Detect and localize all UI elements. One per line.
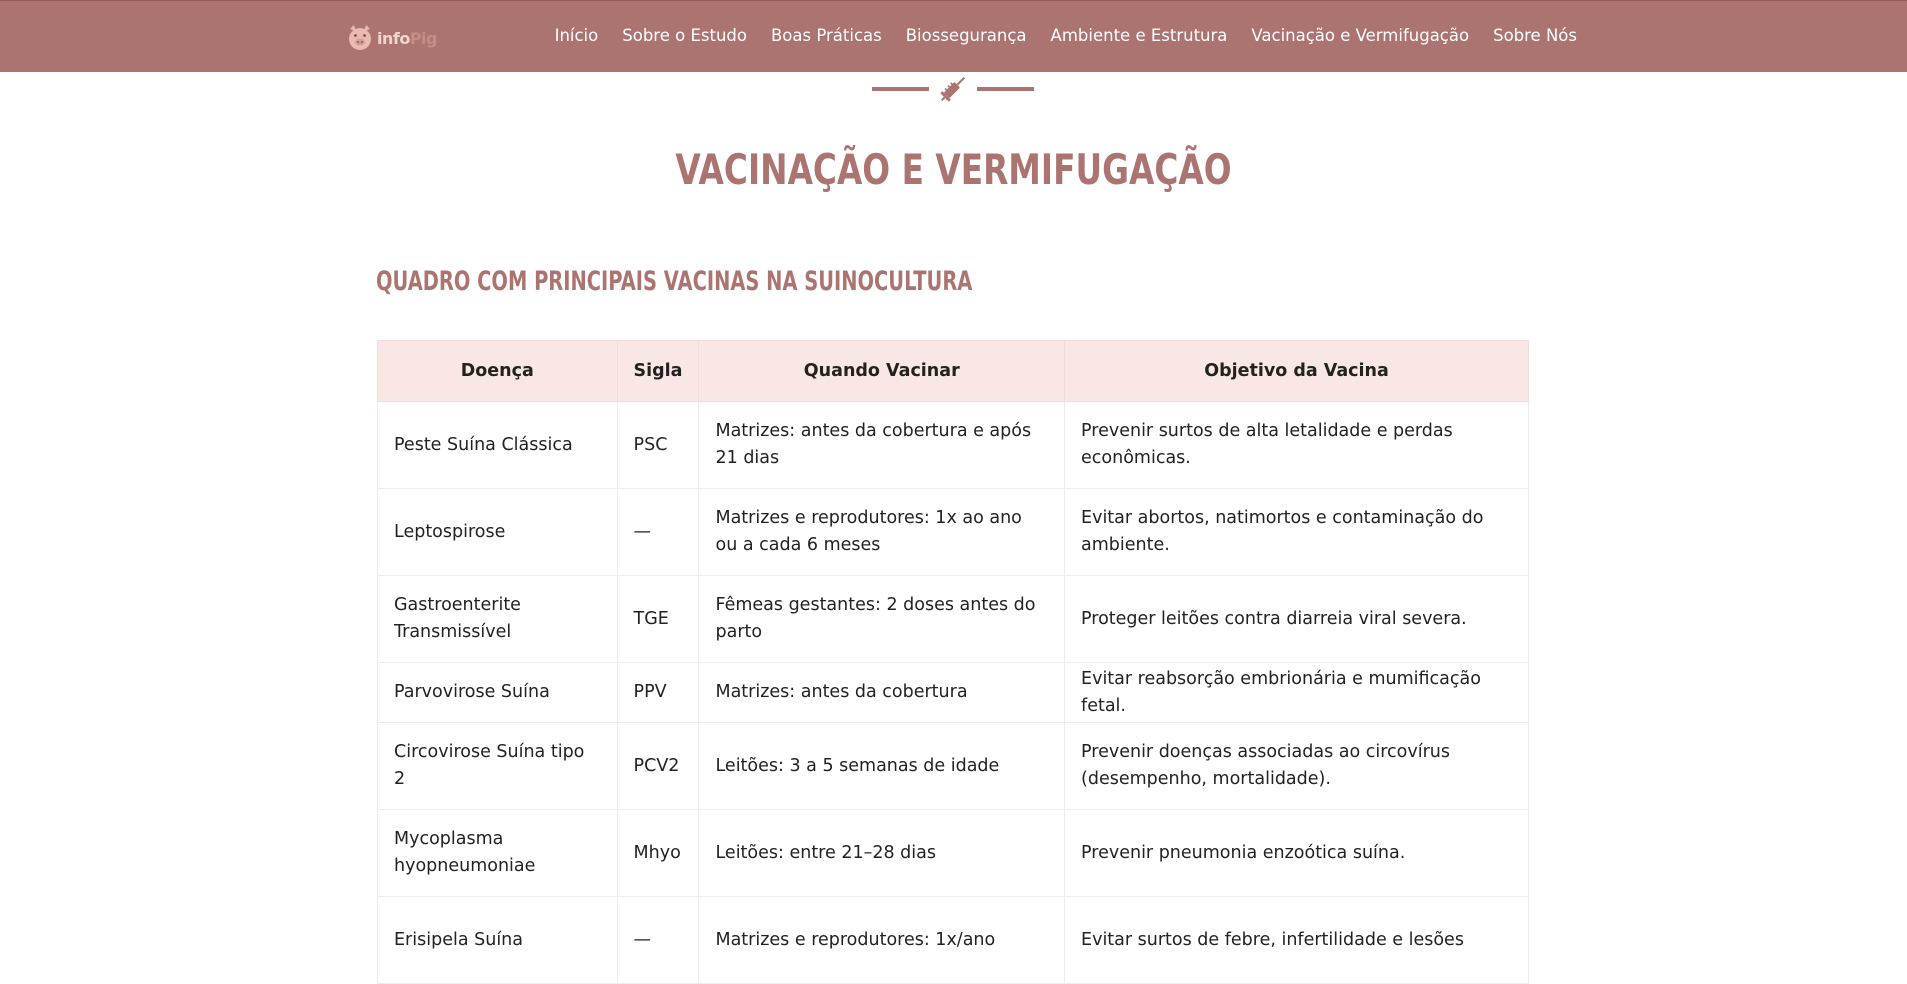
nav-item-vacinacao-e-vermifugacao[interactable]: Vacinação e Vermifugação [1251, 26, 1469, 45]
table-row: Leptospirose — Matrizes e reprodutores: … [377, 488, 1529, 576]
nav-item-boas-praticas[interactable]: Boas Práticas [771, 26, 882, 45]
nav-item-ambiente-e-estrutura[interactable]: Ambiente e Estrutura [1051, 26, 1228, 45]
cell-sigla: PSC [616, 401, 700, 489]
cell-quando: Leitões: 3 a 5 semanas de idade [698, 722, 1066, 810]
table-row: Parvovirose Suína PPV Matrizes: antes da… [377, 662, 1529, 723]
cell-sigla: Mhyo [616, 809, 700, 897]
cell-doenca: Parvovirose Suína [377, 662, 618, 723]
cell-doenca: Circovirose Suína tipo 2 [377, 722, 618, 810]
nav-item-sobre-o-estudo[interactable]: Sobre o Estudo [622, 26, 747, 45]
logo-info-text: info [377, 28, 410, 48]
cell-objetivo: Evitar reabsorção embrionária e mumifica… [1064, 662, 1529, 723]
table-row: Circovirose Suína tipo 2 PCV2 Leitões: 3… [377, 722, 1529, 810]
top-navbar: infoPig Início Sobre o Estudo Boas Práti… [0, 0, 1907, 72]
divider-line-right [977, 87, 1034, 91]
logo-text: infoPig [377, 28, 438, 48]
cell-doenca: Gastroenterite Transmissível [377, 575, 618, 663]
cell-objetivo: Prevenir doenças associadas ao circovíru… [1064, 722, 1529, 810]
syringe-icon [940, 76, 966, 102]
table-row: Mycoplasma hyopneumoniae Mhyo Leitões: e… [377, 809, 1529, 897]
header-objetivo: Objetivo da Vacina [1064, 340, 1529, 402]
cell-quando: Matrizes: antes da cobertura e após 21 d… [698, 401, 1066, 489]
vaccine-table: Doença Sigla Quando Vacinar Objetivo da … [377, 340, 1529, 984]
table-row: Gastroenterite Transmissível TGE Fêmeas … [377, 575, 1529, 663]
cell-objetivo: Prevenir surtos de alta letalidade e per… [1064, 401, 1529, 489]
table-header-row: Doença Sigla Quando Vacinar Objetivo da … [377, 340, 1529, 402]
nav-item-sobre-nos[interactable]: Sobre Nós [1493, 26, 1577, 45]
nav-item-biosseguranca[interactable]: Biossegurança [906, 26, 1027, 45]
cell-sigla: TGE [616, 575, 700, 663]
cell-sigla: PPV [616, 662, 700, 723]
section-title: QUADRO COM PRINCIPAIS VACINAS NA SUINOCU… [376, 266, 973, 297]
cell-objetivo: Evitar abortos, natimortos e contaminaçã… [1064, 488, 1529, 576]
header-doenca: Doença [377, 340, 618, 402]
cell-objetivo: Proteger leitões contra diarreia viral s… [1064, 575, 1529, 663]
cell-doenca: Leptospirose [377, 488, 618, 576]
header-sigla: Sigla [616, 340, 700, 402]
section-divider [872, 76, 1034, 102]
cell-quando: Matrizes e reprodutores: 1x ao ano ou a … [698, 488, 1066, 576]
cell-objetivo: Prevenir pneumonia enzoótica suína. [1064, 809, 1529, 897]
cell-sigla: — [616, 488, 700, 576]
table-row: Peste Suína Clássica PSC Matrizes: antes… [377, 401, 1529, 489]
cell-sigla: — [616, 896, 700, 984]
cell-quando: Matrizes: antes da cobertura [698, 662, 1066, 723]
header-quando-vacinar: Quando Vacinar [698, 340, 1066, 402]
logo-pig-text: Pig [409, 28, 438, 48]
cell-doenca: Mycoplasma hyopneumoniae [377, 809, 618, 897]
page-title: VACINAÇÃO E VERMIFUGAÇÃO [675, 145, 1232, 194]
divider-line-left [872, 87, 929, 91]
pig-face-icon [349, 25, 371, 50]
table-row: Erisipela Suína — Matrizes e reprodutore… [377, 896, 1529, 984]
cell-quando: Matrizes e reprodutores: 1x/ano [698, 896, 1066, 984]
cell-sigla: PCV2 [616, 722, 700, 810]
cell-objetivo: Evitar surtos de febre, infertilidade e … [1064, 896, 1529, 984]
cell-quando: Fêmeas gestantes: 2 doses antes do parto [698, 575, 1066, 663]
cell-quando: Leitões: entre 21–28 dias [698, 809, 1066, 897]
cell-doenca: Erisipela Suína [377, 896, 618, 984]
site-logo[interactable]: infoPig [345, 21, 438, 55]
cell-doenca: Peste Suína Clássica [377, 401, 618, 489]
main-nav: Início Sobre o Estudo Boas Práticas Bios… [555, 26, 1577, 45]
nav-item-inicio[interactable]: Início [555, 26, 599, 45]
